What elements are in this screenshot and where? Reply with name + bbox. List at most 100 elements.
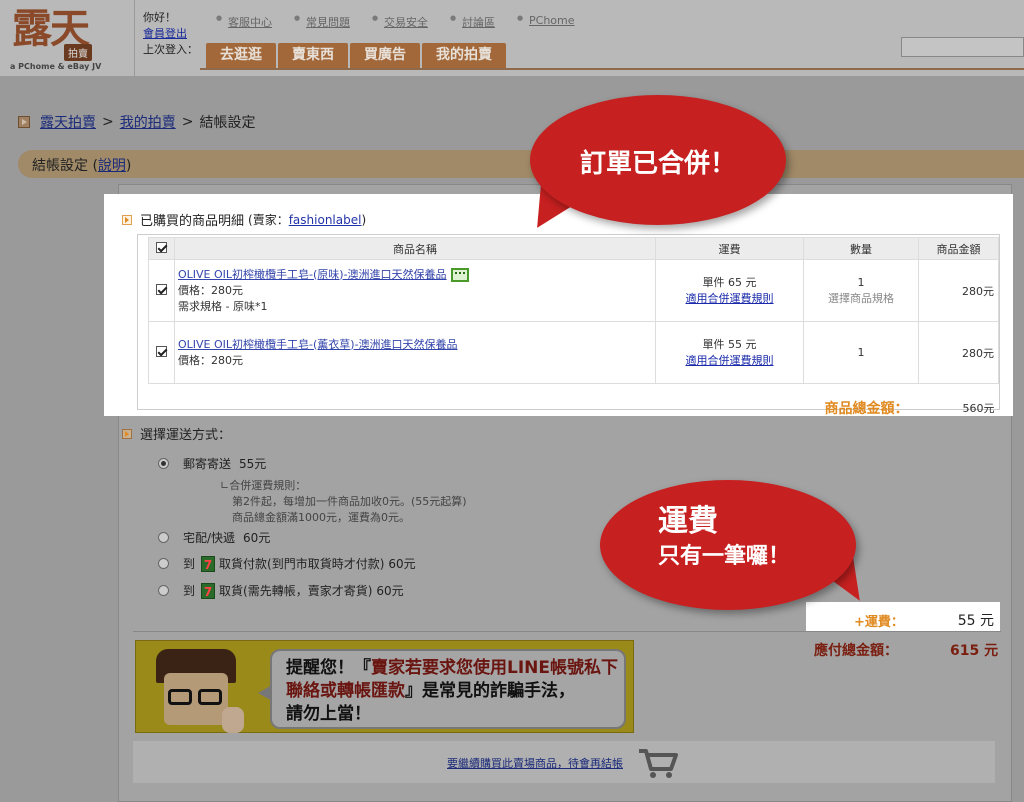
tab-browse[interactable]: 去逛逛: [206, 43, 276, 68]
breadcrumb: 露天拍賣 > 我的拍賣 > 結帳設定: [18, 112, 255, 132]
item-link[interactable]: OLIVE OIL初榨橄欖手工皂-(薰衣草)-澳洲進口天然保養品: [178, 338, 458, 351]
ship-option-label: 宅配/快遞: [183, 531, 236, 545]
continue-shopping-link[interactable]: 要繼續購買此賣場商品，待會再結帳: [447, 755, 623, 771]
order-heading-text: 已購買的商品明細: [140, 214, 245, 229]
breadcrumb-current: 結帳設定: [199, 115, 256, 131]
item-name-cell: OLIVE OIL初榨橄欖手工皂-(原味)-澳洲進口天然保養品 價格：280元 …: [174, 259, 656, 322]
radio-courier[interactable]: [158, 532, 169, 543]
callout-order-merged: 訂單已合併！: [530, 95, 786, 225]
seller-link[interactable]: fashionlabel: [289, 213, 362, 227]
site-header: 露天 拍賣 a PChome & eBay JV 你好！ 會員登出 上次登入： …: [0, 0, 1024, 76]
subtotal-label: 商品總金額：: [824, 400, 909, 417]
top-link-forum[interactable]: 討論區: [450, 14, 495, 30]
warning-text: 提醒您！『賣家若要求您使用LINE帳號私下聯絡或轉帳匯款』是常見的詐騙手法， 請…: [286, 657, 622, 726]
ship-option-fee: 55元: [239, 457, 267, 471]
table-row: OLIVE OIL初榨橄欖手工皂-(原味)-澳洲進口天然保養品 價格：280元 …: [148, 259, 999, 322]
tab-my-auction[interactable]: 我的拍賣: [422, 43, 506, 68]
ship-option-fee: 60元: [243, 531, 271, 545]
last-login-label: 上次登入：: [143, 43, 198, 56]
callout-shipping-once: 運費 只有一筆囉！: [600, 480, 856, 610]
continue-shopping-bar: 要繼續購買此賣場商品，待會再結帳: [133, 741, 995, 783]
item-amount: 280元: [918, 321, 999, 384]
seller-info: (賣家：fashionlabel): [248, 211, 366, 228]
fraud-warning-banner[interactable]: 提醒您！『賣家若要求您使用LINE帳號私下聯絡或轉帳匯款』是常見的詐騙手法， 請…: [135, 640, 634, 733]
col-amount: 商品金額: [918, 237, 999, 260]
rule-title: ∟合併運費規則：: [220, 478, 467, 494]
top-links: 客服中心 常見問題 交易安全 討論區 PChome: [216, 14, 575, 30]
ship-option-label: 取貨(需先轉帳，賣家才寄貨): [219, 584, 373, 598]
select-all-checkbox[interactable]: [156, 241, 167, 253]
section-arrow-icon: [122, 214, 132, 225]
ship-option-post[interactable]: 郵寄寄送 55元: [158, 455, 266, 472]
item-price: 價格：280元: [178, 283, 243, 297]
choose-spec-label: 選擇商品規格: [828, 291, 894, 305]
item-qty: 1: [803, 321, 919, 384]
tab-ads[interactable]: 買廣告: [350, 43, 420, 68]
callout-merged-text: 訂單已合併！: [579, 149, 736, 179]
fee-divider: [133, 631, 1001, 632]
search-input[interactable]: [901, 37, 1024, 57]
item-shipping-cell: 單件 65 元 適用合併運費規則: [655, 259, 804, 322]
total-row: 商品總金額： 560元: [148, 383, 999, 432]
grand-total-label: 應付總金額：: [814, 643, 898, 659]
ship-option-711-prepay[interactable]: 到 7 取貨(需先轉帳，賣家才寄貨) 60元: [158, 582, 404, 599]
shipping-fee-label: +運費：: [854, 615, 904, 630]
section-title-bar: 結帳設定 (說明): [18, 150, 1024, 178]
item-amount: 280元: [918, 259, 999, 322]
tab-sell[interactable]: 賣東西: [278, 43, 348, 68]
page-title-text: 結帳設定: [32, 158, 88, 174]
help-link[interactable]: 說明: [98, 158, 126, 174]
rule-line-1: 第2件起，每增加一件商品加收0元。(55元起算): [232, 495, 467, 508]
breadcrumb-sep: >: [102, 114, 114, 130]
ruten-logo[interactable]: 露天 拍賣 a PChome & eBay JV: [8, 4, 128, 72]
radio-post[interactable]: [158, 458, 169, 469]
grand-total-value: 615 元: [950, 643, 999, 659]
character-hand: [222, 707, 244, 733]
ship-option-711-cod[interactable]: 到 7 取貨付款(到門市取貨時才付款) 60元: [158, 555, 416, 572]
breadcrumb-my-auction[interactable]: 我的拍賣: [120, 112, 176, 132]
items-table: 商品名稱 運費 數量 商品金額 OLIVE OIL初榨橄欖手工皂-(原味)-澳洲…: [148, 237, 999, 432]
total-label-cell: 商品總金額：: [148, 383, 919, 432]
rule-corner-icon: ∟: [220, 479, 230, 492]
ship-rule-link[interactable]: 適用合併運費規則: [686, 354, 774, 367]
warning-line2: 請勿上當！: [286, 704, 371, 724]
item-shipping-cell: 單件 55 元 適用合併運費規則: [655, 321, 804, 384]
item-ship-fee: 單件 55 元: [702, 337, 757, 351]
greeting-text: 你好！: [143, 11, 176, 24]
ship-rule-link[interactable]: 適用合併運費規則: [686, 292, 774, 305]
col-name: 商品名稱: [174, 237, 656, 260]
ship-option-label: 取貨付款(到門市取貨時才付款): [219, 557, 385, 571]
item-qty-cell: 1 選擇商品規格: [803, 259, 919, 322]
order-heading: 已購買的商品明細 (賣家：fashionlabel): [122, 210, 366, 229]
logo-badge: 拍賣: [64, 44, 92, 61]
item-price: 價格：280元: [178, 353, 243, 367]
top-link-service[interactable]: 客服中心: [216, 14, 272, 30]
breadcrumb-sep: >: [181, 114, 194, 130]
item-link[interactable]: OLIVE OIL初榨橄欖手工皂-(原味)-澳洲進口天然保養品: [178, 268, 447, 281]
logout-link[interactable]: 會員登出: [143, 27, 187, 40]
shipping-fee-box: +運費： 55 元: [806, 602, 1000, 632]
help-open-paren: (: [88, 158, 98, 174]
item-qty: 1: [857, 275, 865, 289]
seller-suffix: ): [361, 213, 367, 227]
top-link-safety[interactable]: 交易安全: [372, 14, 428, 30]
warning-prefix: 提醒您！『: [286, 658, 371, 678]
subtotal-value: 560元: [918, 383, 999, 432]
item-checkbox[interactable]: [156, 345, 167, 357]
top-link-pchome[interactable]: PChome: [517, 14, 575, 30]
shopping-cart-icon[interactable]: [637, 747, 679, 779]
header-divider: [134, 0, 135, 76]
nav-underline: [200, 68, 1024, 70]
photo-icon[interactable]: [450, 267, 469, 282]
ship-option-courier[interactable]: 宅配/快遞 60元: [158, 529, 270, 546]
warning-suffix: 』是常見的詐騙手法，: [405, 681, 575, 701]
ship-option-fee: 60元: [376, 584, 404, 598]
item-checkbox[interactable]: [156, 283, 167, 295]
radio-711-cod[interactable]: [158, 558, 169, 569]
top-link-faq[interactable]: 常見問題: [294, 14, 350, 30]
breadcrumb-root[interactable]: 露天拍賣: [40, 112, 96, 132]
radio-711-prepay[interactable]: [158, 585, 169, 596]
character-glasses-right: [198, 689, 222, 705]
ship-option-fee: 60元: [388, 557, 416, 571]
cartoon-character-icon: [150, 649, 244, 733]
